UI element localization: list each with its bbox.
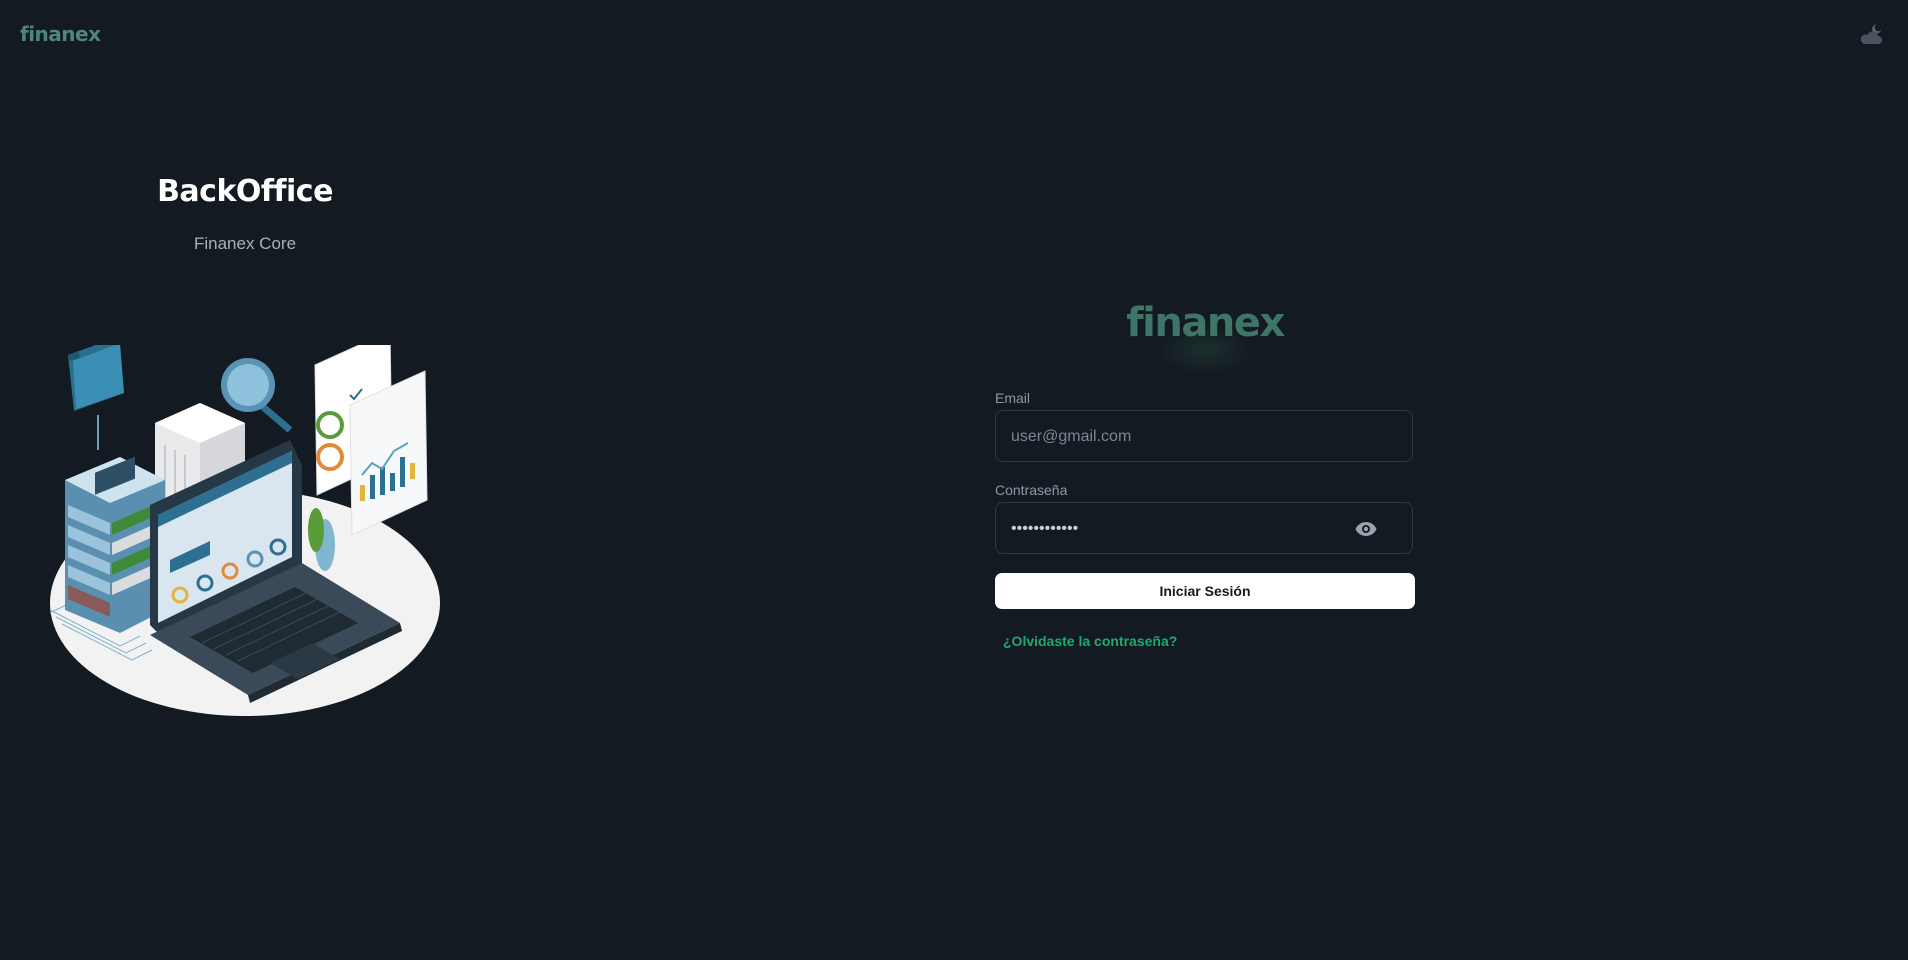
password-label: Contraseña xyxy=(995,482,1068,498)
header-logo[interactable]: finanex xyxy=(20,22,101,46)
show-password-button[interactable] xyxy=(1354,517,1378,541)
moon-cloud-icon xyxy=(1860,24,1882,44)
isometric-laptop-servers-illustration xyxy=(49,345,440,716)
page-title: BackOffice xyxy=(157,174,333,209)
folder-icon xyxy=(68,345,124,450)
eye-icon xyxy=(1355,522,1377,536)
forgot-password-link[interactable]: ¿Olvidaste la contraseña? xyxy=(1003,633,1177,649)
password-field[interactable] xyxy=(1009,503,1343,555)
email-label: Email xyxy=(995,390,1031,406)
page-subtitle: Finanex Core xyxy=(193,234,297,253)
login-logo: finanex xyxy=(1126,300,1285,346)
email-field[interactable] xyxy=(1009,411,1343,463)
email-field-container xyxy=(995,410,1413,463)
login-button[interactable]: Iniciar Sesión xyxy=(995,573,1415,609)
password-field-container xyxy=(995,502,1413,555)
theme-toggle-button[interactable] xyxy=(1856,20,1886,50)
